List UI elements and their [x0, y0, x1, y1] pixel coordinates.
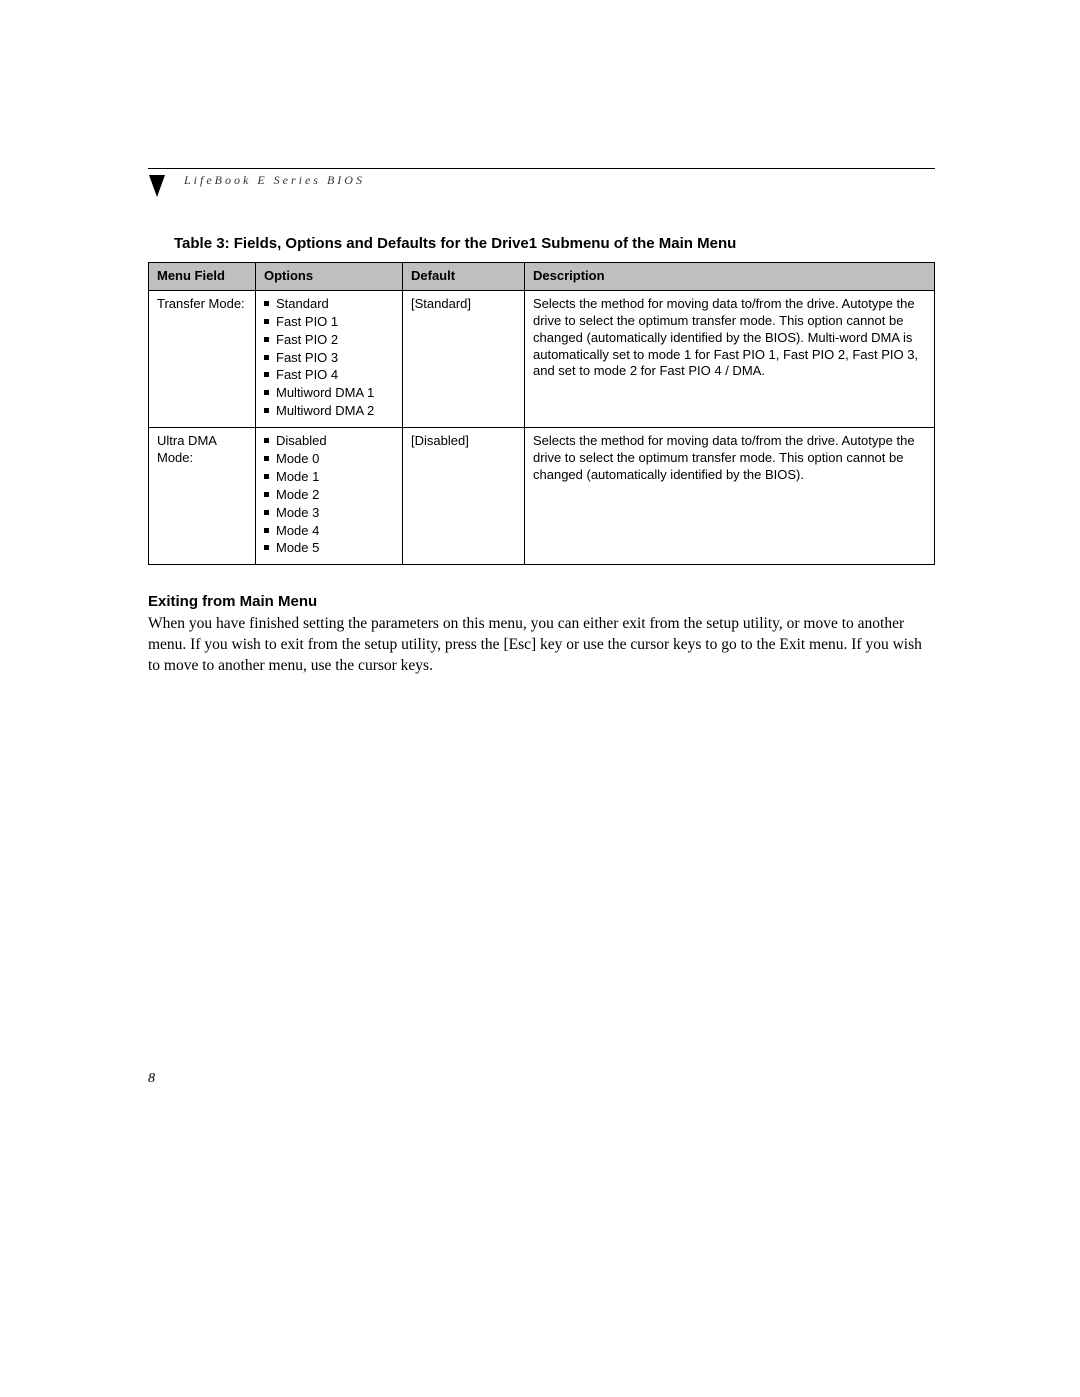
col-header-default: Default: [403, 263, 525, 291]
list-item: Fast PIO 2: [264, 332, 394, 349]
section-heading: Exiting from Main Menu: [148, 593, 935, 610]
table-caption: Table 3: Fields, Options and Defaults fo…: [174, 235, 935, 252]
arrow-down-icon: [148, 175, 166, 197]
list-item: Fast PIO 3: [264, 350, 394, 367]
list-item: Standard: [264, 296, 394, 313]
cell-default: [Standard]: [403, 290, 525, 427]
list-item: Fast PIO 1: [264, 314, 394, 331]
col-header-menu-field: Menu Field: [149, 263, 256, 291]
running-head-row: LifeBook E Series BIOS: [148, 173, 935, 197]
col-header-description: Description: [525, 263, 935, 291]
cell-description: Selects the method for moving data to/fr…: [525, 290, 935, 427]
cell-default: [Disabled]: [403, 428, 525, 565]
cell-menu-field: Ultra DMA Mode:: [149, 428, 256, 565]
list-item: Mode 3: [264, 505, 394, 522]
cell-menu-field: Transfer Mode:: [149, 290, 256, 427]
col-header-options: Options: [256, 263, 403, 291]
header-arrow-container: [148, 173, 174, 197]
list-item: Mode 1: [264, 469, 394, 486]
table-header-row: Menu Field Options Default Description: [149, 263, 935, 291]
running-head-text: LifeBook E Series BIOS: [184, 173, 365, 188]
page-number: 8: [148, 1071, 155, 1087]
document-page: LifeBook E Series BIOS Table 3: Fields, …: [0, 0, 1080, 1397]
bios-options-table: Menu Field Options Default Description T…: [148, 262, 935, 565]
options-list: Disabled Mode 0 Mode 1 Mode 2 Mode 3 Mod…: [264, 433, 394, 557]
options-list: Standard Fast PIO 1 Fast PIO 2 Fast PIO …: [264, 296, 394, 420]
cell-description: Selects the method for moving data to/fr…: [525, 428, 935, 565]
cell-options: Standard Fast PIO 1 Fast PIO 2 Fast PIO …: [256, 290, 403, 427]
list-item: Fast PIO 4: [264, 367, 394, 384]
list-item: Multiword DMA 1: [264, 385, 394, 402]
body-paragraph: When you have finished setting the param…: [148, 614, 935, 677]
table-row: Transfer Mode: Standard Fast PIO 1 Fast …: [149, 290, 935, 427]
list-item: Mode 0: [264, 451, 394, 468]
table-row: Ultra DMA Mode: Disabled Mode 0 Mode 1 M…: [149, 428, 935, 565]
list-item: Mode 4: [264, 523, 394, 540]
list-item: Multiword DMA 2: [264, 403, 394, 420]
header-rule: [148, 168, 935, 169]
list-item: Mode 5: [264, 540, 394, 557]
list-item: Disabled: [264, 433, 394, 450]
cell-options: Disabled Mode 0 Mode 1 Mode 2 Mode 3 Mod…: [256, 428, 403, 565]
list-item: Mode 2: [264, 487, 394, 504]
